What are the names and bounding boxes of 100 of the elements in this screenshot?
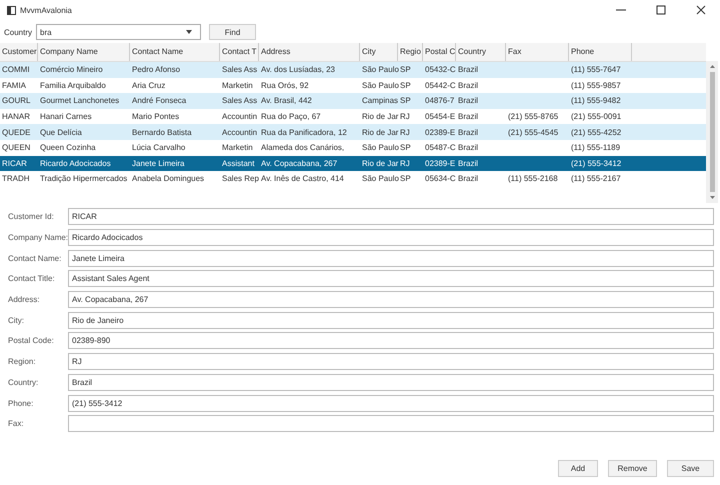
input-field[interactable]: (21) 555-3412	[68, 394, 714, 412]
table-cell-text: RJ	[399, 128, 411, 137]
table-cell-text: Brazil	[457, 65, 480, 74]
table-cell-text: (11) 555-9482	[570, 96, 622, 106]
input-field[interactable]: Janete Limeira	[68, 250, 714, 267]
table-cell-text: São Paulo	[361, 143, 398, 152]
table-cell-text: Brazil	[457, 174, 480, 184]
table-cell-text: 05634-C	[424, 174, 456, 184]
scroll-up-icon[interactable]	[710, 65, 714, 68]
table-row[interactable]: COMMI Comércio Mineiro Pedro Afonso Sales Ass Av. dos Lusíadas, 23 São PauloSP 05432-C Brazil (11) 555-7647	[0, 62, 706, 78]
field-label: Country:	[8, 378, 40, 387]
table-row[interactable]: QUEEN Queen Cozinha Lúcia Carvalho Marketin Alameda dos Canários, São PauloSP 05487-C Brazil (11) 555-1189	[0, 140, 706, 156]
table-row[interactable]: GOURL Gourmet Lanchonetes André Fonseca Sales Ass Av. Brasil, 442 Campinas SP 04876-7 Brazil (11) 555-9482	[0, 93, 706, 109]
table-cell-text: Mario Pontes	[131, 112, 180, 122]
table-cell-text: (21) 555-8765	[507, 112, 560, 122]
table-cell-text: Rua Orós, 92	[260, 80, 310, 90]
table-cell-text: SP	[399, 96, 412, 106]
caret-icon	[186, 30, 192, 34]
maximize-icon[interactable]	[656, 5, 666, 15]
close-icon[interactable]	[696, 5, 706, 15]
table-cell-text: Queen Cozinha	[39, 143, 97, 152]
scroll-down-icon[interactable]	[710, 196, 714, 199]
table-cell-text: Rua da Panificadora, 12	[260, 128, 348, 137]
table-cell-text: (11) 555-2168	[507, 174, 559, 184]
table-row[interactable]: QUEDE Que Delícia Bernardo Batista Accountin Rua da Panificadora, 12 Rio de Jar RJ 02389-E Brazil (21) 555-4545 (21) 555-4252	[0, 124, 706, 140]
column-header[interactable]: Contact T	[220, 43, 259, 61]
table-cell-text: Ricardo Adocicados	[39, 158, 112, 168]
table-cell-text: Assistant	[221, 158, 256, 168]
table-cell-text: (21) 555-3412	[570, 158, 622, 168]
table-cell-text: Que Delícia	[39, 128, 83, 137]
table-cell-text: Sales Rep	[221, 174, 259, 184]
table-row[interactable]: TRADH Tradição Hipermercados Anabela Domingues Sales Rep Av. Inês de Castro, 414 São PauloSP 05634-C Brazil (11) 555-2168 (11) 555-2167	[0, 171, 706, 187]
country-label: Country	[4, 28, 34, 36]
column-header[interactable]: Regio	[398, 43, 423, 61]
country-combo[interactable]: bra	[36, 24, 201, 40]
find-button[interactable]: Find	[209, 24, 256, 40]
action-button[interactable]: Add	[558, 460, 598, 477]
table-cell-text: Rua do Paço, 67	[260, 112, 322, 122]
table-cell-text: SP	[399, 143, 412, 152]
table-cell-text: Av. Brasil, 442	[260, 96, 313, 106]
table-cell-text: QUEDE	[1, 128, 32, 137]
action-button[interactable]: Remove	[608, 460, 657, 477]
input-field[interactable]: Brazil	[68, 374, 714, 391]
table-cell-text: Rio de Jar	[361, 112, 398, 122]
table-cell-text: 05442-C	[424, 80, 456, 90]
table-cell-text: SP	[399, 65, 412, 74]
table-cell-text: Pedro Afonso	[131, 65, 182, 74]
table-cell-text: SP	[399, 174, 412, 184]
table-cell-text: Accountin	[221, 128, 258, 137]
column-header[interactable]: City	[360, 43, 398, 61]
table-cell-text: Brazil	[457, 143, 480, 152]
column-header[interactable]: Contact Name	[130, 43, 220, 61]
table-row[interactable]: RICAR Ricardo Adocicados Janete Limeira Assistant Av. Copacabana, 267 Rio de Jar RJ 02389-E Brazil (21) 555-3412	[0, 156, 706, 172]
table-cell-text: RJ	[399, 112, 411, 122]
column-header[interactable]: Customer	[0, 43, 38, 61]
scrollbar[interactable]	[706, 61, 718, 203]
action-button[interactable]: Save	[667, 460, 714, 477]
table-cell-text: Alameda dos Canários,	[260, 143, 346, 152]
table-cell-text: Anabela Domingues	[131, 174, 206, 184]
table-row[interactable]: FAMIA Familia Arquibaldo Aria Cruz Marketin Rua Orós, 92 São PauloSP 05442-C Brazil (11) 555-9857	[0, 78, 706, 94]
column-header[interactable]: Address	[259, 43, 360, 61]
table-cell-text: Av. Copacabana, 267	[260, 158, 338, 168]
table-cell-text: RJ	[399, 158, 411, 168]
input-field[interactable]: Ricardo Adocicados	[68, 229, 714, 246]
table-cell-text: Aria Cruz	[131, 80, 166, 90]
field-label: Contact Name:	[8, 254, 62, 263]
input-field[interactable]: Av. Copacabana, 267	[68, 291, 714, 308]
table-cell-text: 04876-7	[424, 96, 456, 106]
input-field[interactable]: RJ	[68, 353, 714, 370]
table-cell-text: 02389-E	[424, 128, 456, 137]
input-field[interactable]: RICAR	[68, 208, 714, 226]
table-cell-text: Rio de Jar	[361, 128, 398, 137]
table-cell-text: (11) 555-2167	[570, 174, 622, 184]
table-cell-text: SP	[399, 80, 412, 90]
field-label: Postal Code:	[8, 336, 55, 346]
input-field[interactable]: 02389-890	[68, 332, 714, 350]
table-cell-text: (11) 555-7647	[570, 65, 622, 74]
input-field[interactable]	[68, 415, 714, 432]
input-field[interactable]: Assistant Sales Agent	[68, 270, 714, 288]
column-header[interactable]: Country	[456, 43, 506, 61]
table-cell-text: 05454-E	[424, 112, 456, 122]
column-header[interactable]: Postal C	[423, 43, 456, 61]
table-cell-text: Marketin	[221, 143, 254, 152]
field-label: Fax:	[8, 419, 25, 428]
table-cell-text: Tradição Hipermercados	[39, 174, 128, 184]
field-label: Phone:	[8, 398, 34, 408]
table-cell-text: Brazil	[457, 112, 480, 122]
window-title: MvvmAvalonia	[20, 6, 72, 14]
table-cell-text: HANAR	[1, 112, 32, 122]
table-cell-text: 05487-C	[424, 143, 456, 152]
column-header[interactable]: Company Name	[38, 43, 130, 61]
table-cell-text: QUEEN	[1, 143, 32, 152]
table-cell-text: Familia Arquibaldo	[39, 80, 107, 90]
column-header[interactable]: Fax	[506, 43, 569, 61]
column-header[interactable]: Phone	[569, 43, 632, 61]
table-cell-text: (21) 555-4252	[570, 128, 622, 137]
table-cell-text: RICAR	[1, 158, 28, 168]
table-row[interactable]: HANAR Hanari Carnes Mario Pontes Accountin Rua do Paço, 67 Rio de Jar RJ 05454-E Brazil (21) 555-8765 (21) 555-0091	[0, 108, 706, 124]
table-cell-text: Brazil	[457, 96, 480, 106]
input-field[interactable]: Rio de Janeiro	[68, 312, 714, 329]
